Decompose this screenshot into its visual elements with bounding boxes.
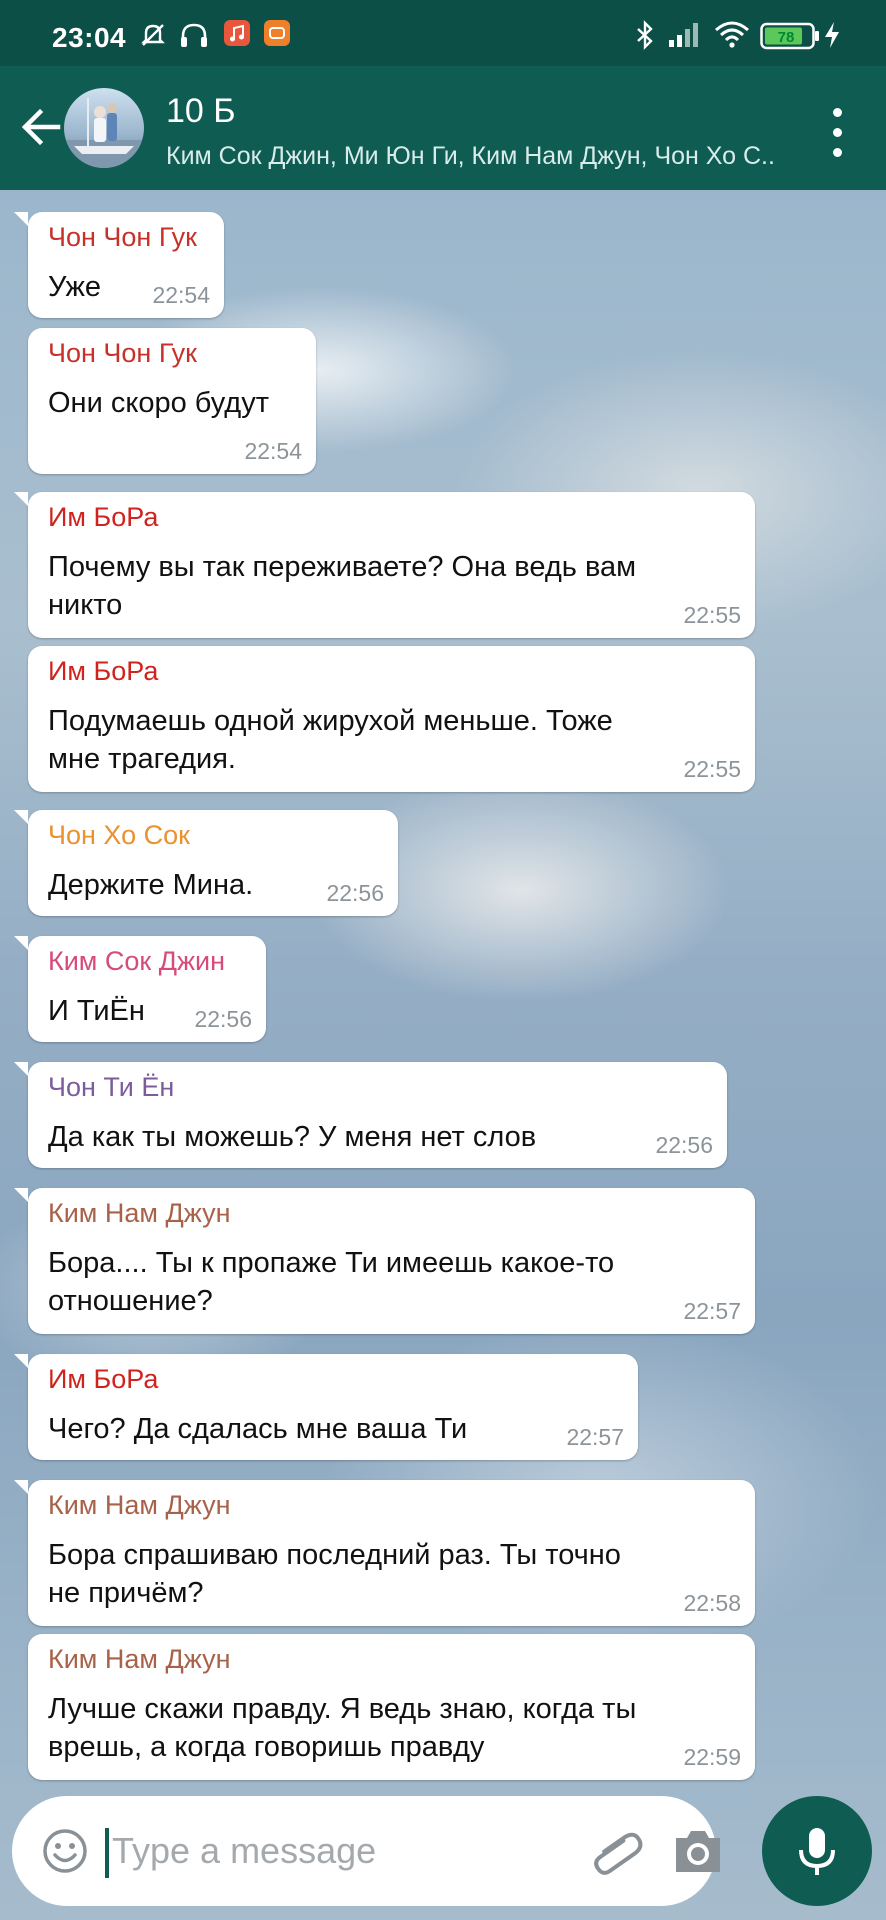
message-text: врешь, а когда говоришь правду [48, 1731, 485, 1763]
message-time: 22:59 [683, 1744, 741, 1770]
message-bubble[interactable]: Им БоРа Почему вы так переживаете? Она в… [14, 492, 755, 638]
message-text: не причём? [48, 1577, 204, 1609]
message-bubble[interactable]: Ким Нам Джун Бора.... Ты к пропаже Ти им… [14, 1188, 755, 1334]
message-text: И ТиЁн [48, 995, 145, 1027]
message-bubble[interactable]: Им БоРа Подумаешь одной жирухой меньше. … [28, 646, 755, 792]
message-bubble[interactable]: Ким Сок Джин И ТиЁн 22:56 [14, 936, 266, 1042]
message-sender: Им БоРа [48, 502, 159, 532]
message-bubble[interactable]: Чон Чон Гук Они скоро будут 22:54 [28, 328, 316, 474]
message-text: Чего? Да сдалась мне ваша Ти [48, 1413, 468, 1445]
message-bubble[interactable]: Чон Ти Ён Да как ты можешь? У меня нет с… [14, 1062, 727, 1168]
message-bubble[interactable]: Ким Нам Джун Бора спрашиваю последний ра… [14, 1480, 755, 1626]
message-bubble[interactable]: Ким Нам Джун Лучше скажи правду. Я ведь … [28, 1634, 755, 1780]
message-text: Бора.... Ты к пропаже Ти имеешь какое-то [48, 1247, 615, 1279]
message-sender: Чон Хо Сок [48, 820, 190, 850]
message-composer[interactable]: Type a message [12, 1796, 720, 1906]
message-text: отношение? [48, 1285, 213, 1317]
message-sender: Ким Нам Джун [48, 1644, 231, 1674]
message-time: 22:57 [566, 1424, 624, 1450]
message-time: 22:58 [683, 1590, 741, 1616]
message-bubble[interactable]: Им БоРа Чего? Да сдалась мне ваша Ти 22:… [14, 1354, 638, 1460]
message-time: 22:56 [326, 880, 384, 906]
message-text: Почему вы так переживаете? Она ведь вам [48, 551, 637, 583]
message-sender: Чон Чон Гук [48, 338, 197, 368]
wifi-icon [714, 20, 750, 48]
mic-icon[interactable] [762, 1796, 872, 1906]
camera-icon[interactable] [672, 1826, 724, 1876]
music-app-icon [224, 20, 250, 46]
message-time: 22:57 [683, 1298, 741, 1324]
status-bar: 23:04 78 [0, 0, 886, 66]
charging-icon [822, 20, 842, 50]
message-sender: Им БоРа [48, 656, 159, 686]
message-text: Лучше скажи правду. Я ведь знаю, когда т… [48, 1693, 637, 1725]
message-time: 22:54 [244, 438, 302, 464]
message-time: 22:55 [683, 756, 741, 782]
battery-icon: 78 [760, 22, 822, 50]
back-arrow-icon[interactable] [16, 102, 66, 152]
message-text: Они скоро будут [48, 387, 269, 419]
message-text: Да как ты можешь? У меня нет слов [48, 1121, 537, 1153]
status-time: 23:04 [52, 22, 127, 53]
message-sender: Ким Нам Джун [48, 1198, 231, 1228]
emoji-icon[interactable] [42, 1828, 88, 1874]
group-avatar[interactable] [64, 88, 144, 168]
chat-messages[interactable]: Чон Чон Гук Уже 22:54 Чон Чон Гук Они ск… [0, 190, 886, 1920]
chat-participants[interactable]: Ким Сок Джин, Ми Юн Ги, Ким Нам Джун, Чо… [166, 142, 776, 171]
silent-bell-icon [138, 20, 168, 50]
headphones-icon [178, 20, 210, 50]
message-bubble[interactable]: Чон Хо Сок Держите Мина. 22:56 [14, 810, 398, 916]
message-text: Уже [48, 271, 101, 303]
mi-app-icon [264, 20, 290, 46]
message-time: 22:55 [683, 602, 741, 628]
message-text: Подумаешь одной жирухой меньше. Тоже [48, 705, 613, 737]
message-time: 22:56 [194, 1006, 252, 1032]
message-sender: Ким Сок Джин [48, 946, 226, 976]
message-time: 22:54 [152, 282, 210, 308]
message-time: 22:56 [655, 1132, 713, 1158]
message-text: никто [48, 589, 123, 621]
attach-icon[interactable] [588, 1824, 648, 1884]
message-text: Держите Мина. [48, 869, 254, 901]
message-sender: Им БоРа [48, 1364, 159, 1394]
bluetooth-icon [634, 20, 656, 50]
message-sender: Чон Ти Ён [48, 1072, 175, 1102]
message-text: мне трагедия. [48, 743, 236, 775]
chat-header: 10 Б Ким Сок Джин, Ми Юн Ги, Ким Нам Джу… [0, 66, 886, 190]
message-sender: Чон Чон Гук [48, 222, 197, 252]
message-input[interactable]: Type a message [112, 1830, 376, 1872]
text-caret [105, 1828, 109, 1878]
message-text: Бора спрашиваю последний раз. Ты точно [48, 1539, 621, 1571]
battery-level: 78 [778, 29, 795, 46]
chat-title[interactable]: 10 Б [166, 92, 236, 131]
message-sender: Ким Нам Джун [48, 1490, 231, 1520]
more-vert-icon[interactable] [812, 102, 862, 162]
signal-icon [668, 20, 702, 48]
message-bubble[interactable]: Чон Чон Гук Уже 22:54 [14, 212, 224, 318]
